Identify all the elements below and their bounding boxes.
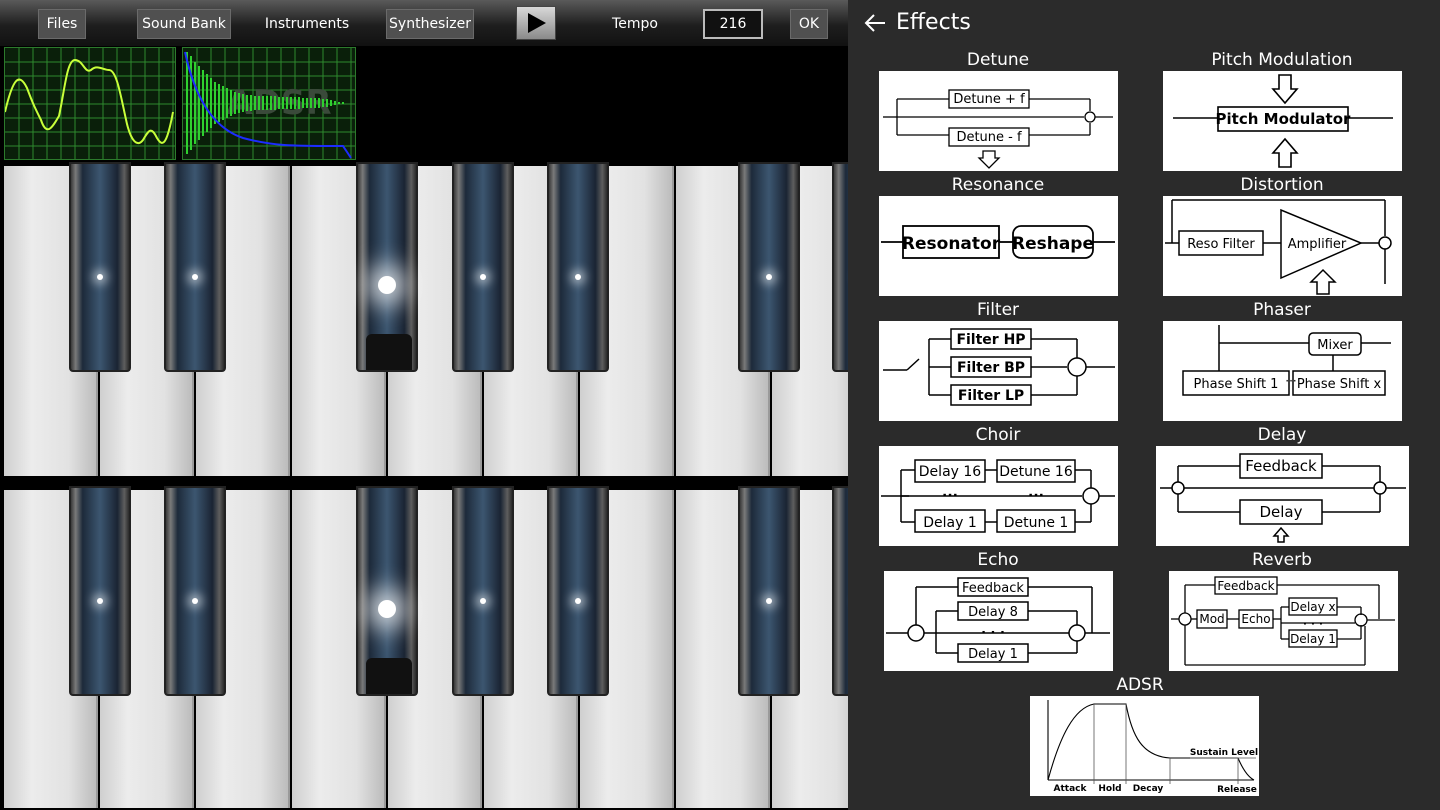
black-key[interactable] [69,162,131,372]
black-key[interactable] [452,486,514,696]
files-button[interactable]: Files [38,9,86,39]
phaser-dots: ··· [1285,374,1296,388]
adsr-label: ADSR [1116,675,1164,695]
choir-dots-left: ··· [942,488,958,504]
arrow-left-icon[interactable] [864,13,886,33]
delay-card[interactable]: Feedback Delay [1156,446,1409,546]
adsr-decay-label: Decay [1133,784,1164,794]
mixer-block: Mixer [1317,338,1353,353]
choir-card[interactable]: Delay 16 Detune 16 Delay 1 Detune 1 ··· … [879,446,1118,546]
reverb-card[interactable]: Feedback Mod Echo Delay x Delay 1 · · · [1169,571,1398,671]
reverb-dots: · · · [1303,617,1323,630]
play-icon [528,13,546,33]
resonance-card[interactable]: Resonator Reshape [879,196,1118,296]
choir-dots-right: ··· [1028,488,1044,504]
detune-minus-block: Detune - f [956,130,1022,145]
black-key[interactable] [356,486,418,696]
reshape-block: Reshape [1012,234,1094,254]
delay-feedback-block: Feedback [1245,457,1317,475]
phaser-label: Phaser [1253,300,1311,320]
envelope-scope: ADSR [182,47,356,160]
delay-label: Delay [1257,425,1307,445]
detune-label: Detune [966,50,1030,70]
black-key[interactable] [164,486,226,696]
black-key[interactable] [738,162,800,372]
adsr-hold-label: Hold [1098,784,1121,794]
keyboard-lower [0,486,848,810]
ok-button[interactable]: OK [790,9,828,39]
black-key[interactable] [69,486,131,696]
resonance-label: Resonance [951,175,1045,195]
filter-hp-block: Filter HP [956,332,1025,348]
tempo-label: Tempo [612,16,658,32]
reverb-delay-1-block: Delay 1 [1290,632,1336,646]
reverb-mod-block: Mod [1199,612,1224,626]
top-toolbar: Files Sound Bank Instruments Synthesizer… [0,0,848,46]
pitch-modulation-label: Pitch Modulation [1211,50,1353,70]
echo-label: Echo [977,550,1019,570]
play-button[interactable] [516,6,556,40]
reverb-feedback-block: Feedback [1217,579,1274,593]
synthesizer-button[interactable]: Synthesizer [386,9,474,39]
distortion-label: Distortion [1240,175,1324,195]
adsr-attack-label: Attack [1054,784,1088,794]
filter-lp-block: Filter LP [958,388,1024,404]
detune-plus-block: Detune + f [953,92,1025,107]
pitch-modulation-card[interactable]: Pitch Modulator [1163,71,1402,171]
echo-dots: · · · [981,626,1005,641]
reverb-label: Reverb [1252,550,1312,570]
choir-detune-16-block: Detune 16 [999,464,1073,480]
adsr-sustain-label: Sustain Level [1190,748,1258,758]
amplifier-block: Amplifier [1288,237,1347,252]
echo-delay-8-block: Delay 8 [968,605,1018,620]
phase-shift-x-block: Phase Shift x [1297,377,1382,392]
black-key[interactable] [164,162,226,372]
black-key[interactable] [832,162,848,372]
phaser-card[interactable]: Mixer Phase Shift 1 Phase Shift x ··· [1163,321,1402,421]
reverb-echo-block: Echo [1241,612,1270,626]
effects-panel: Effects Detune Detune + f Detune - f Pit… [848,0,1440,810]
adsr-release-label: Release [1217,785,1257,795]
echo-feedback-block: Feedback [962,581,1024,596]
adsr-card[interactable]: Sustain Level Attack Hold Decay Release [1030,696,1259,796]
filter-bp-block: Filter BP [957,360,1025,376]
filter-card[interactable]: Filter HP Filter BP Filter LP [879,321,1118,421]
tempo-input[interactable]: 216 [703,9,763,39]
filter-label: Filter [976,300,1020,320]
resonator-block: Resonator [902,234,1001,254]
choir-delay-1-block: Delay 1 [923,515,977,531]
sound-bank-button[interactable]: Sound Bank [137,9,231,39]
waveform-scope [4,47,176,160]
detune-card[interactable]: Detune + f Detune - f [879,71,1118,171]
choir-label: Choir [975,425,1021,445]
phase-shift-1-block: Phase Shift 1 [1194,377,1279,392]
black-key[interactable] [452,162,514,372]
echo-card[interactable]: Feedback Delay 8 Delay 1 · · · [884,571,1113,671]
instruments-button[interactable]: Instruments [262,9,352,39]
distortion-card[interactable]: Reso Filter Amplifier [1163,196,1402,296]
choir-delay-16-block: Delay 16 [919,464,982,480]
effects-header: Effects [864,10,971,35]
black-key[interactable] [547,162,609,372]
echo-delay-1-block: Delay 1 [968,647,1018,662]
reso-filter-block: Reso Filter [1187,237,1255,252]
delay-block: Delay [1259,503,1302,521]
black-key[interactable] [832,486,848,696]
choir-detune-1-block: Detune 1 [1004,515,1069,531]
pitch-modulator-block: Pitch Modulator [1216,110,1351,128]
keyboard-upper [0,162,848,480]
black-key[interactable] [356,162,418,372]
black-key[interactable] [547,486,609,696]
black-key[interactable] [738,486,800,696]
effects-title: Effects [896,10,971,35]
reverb-delay-x-block: Delay x [1290,600,1335,614]
